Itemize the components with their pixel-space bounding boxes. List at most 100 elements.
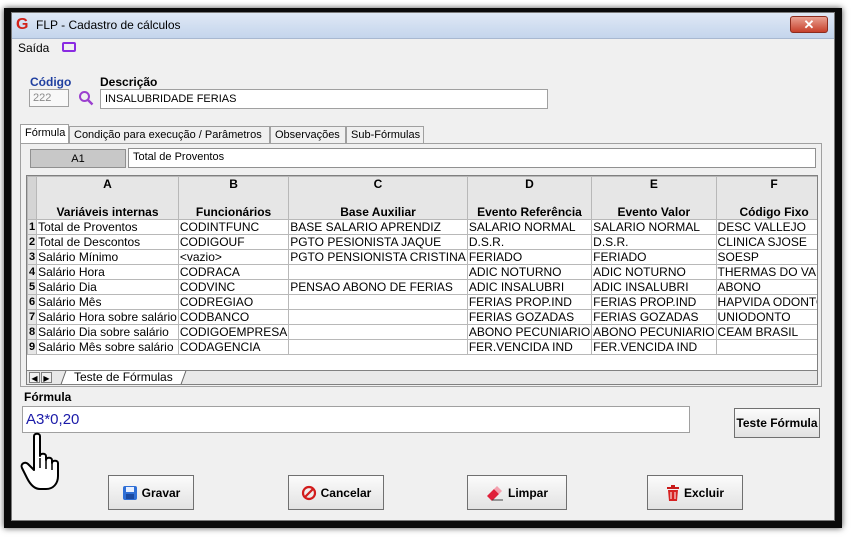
- cancelar-button[interactable]: Cancelar: [288, 475, 384, 510]
- search-icon[interactable]: [78, 90, 94, 106]
- formula-field[interactable]: A3*0,20: [22, 406, 690, 433]
- tab-observacoes[interactable]: Observações: [270, 126, 346, 143]
- menu-saida[interactable]: Saída: [18, 41, 49, 55]
- grid-cell[interactable]: CEAM BRASIL: [715, 324, 817, 340]
- sheet-next-button[interactable]: ▶: [41, 372, 52, 383]
- column-header[interactable]: D Evento Referência: [466, 176, 593, 220]
- grid-cell[interactable]: PENSAO ABONO DE FERIAS: [288, 279, 468, 295]
- grid-cell[interactable]: FER.VENCIDA IND: [466, 339, 593, 355]
- grid-cell[interactable]: Salário Dia sobre salário: [36, 324, 179, 340]
- grid-cell[interactable]: FER.VENCIDA IND: [591, 339, 717, 355]
- grid-cell[interactable]: ABONO PECUNIARIO: [466, 324, 593, 340]
- limpar-button[interactable]: Limpar: [467, 475, 567, 510]
- excluir-button[interactable]: Excluir: [647, 475, 743, 510]
- grid-cell[interactable]: Salário Mínimo: [36, 249, 179, 265]
- row-number[interactable]: 5: [27, 279, 38, 295]
- table-row[interactable]: 3 Salário Mínimo <vazio> PGTO PENSIONISTA C…: [27, 249, 817, 265]
- descricao-field[interactable]: INSALUBRIDADE FERIAS: [100, 89, 548, 109]
- row-number[interactable]: 6: [27, 294, 38, 310]
- grid-cell[interactable]: HAPVIDA ODONTO: [715, 294, 817, 310]
- row-number[interactable]: 1: [27, 219, 38, 235]
- tab-formula[interactable]: Fórmula: [20, 124, 69, 143]
- column-header[interactable]: E Evento Valor: [591, 176, 717, 220]
- grid-cell[interactable]: ABONO: [715, 279, 817, 295]
- spreadsheet-grid[interactable]: A Variáveis internas B Funcionários C Base …: [26, 175, 818, 371]
- grid-cell[interactable]: Salário Mês: [36, 294, 179, 310]
- grid-cell[interactable]: FERIAS PROP.IND: [466, 294, 593, 310]
- close-button[interactable]: ✕: [790, 16, 828, 33]
- grid-cell[interactable]: Total de Descontos: [36, 234, 179, 250]
- grid-cell[interactable]: FERIAS GOZADAS: [466, 309, 593, 325]
- table-row[interactable]: 4 Salário Hora CODRACA ADIC NOTURNO ADIC NOT…: [27, 264, 817, 280]
- column-header[interactable]: B Funcionários: [177, 176, 290, 220]
- grid-cell[interactable]: CODIGOUF: [177, 234, 290, 250]
- grid-cell[interactable]: ADIC INSALUBRI: [591, 279, 717, 295]
- row-number[interactable]: 4: [27, 264, 38, 280]
- row-number[interactable]: 3: [27, 249, 38, 265]
- grid-cell[interactable]: [288, 294, 468, 310]
- grid-cell[interactable]: SALARIO NORMAL: [466, 219, 593, 235]
- grid-cell[interactable]: ADIC NOTURNO: [466, 264, 593, 280]
- grid-cell[interactable]: CODREGIAO: [177, 294, 290, 310]
- grid-cell[interactable]: PGTO PESIONISTA JAQUE: [288, 234, 468, 250]
- row-number[interactable]: 8: [27, 324, 38, 340]
- screenshot-frame: G FLP - Cadastro de cálculos ✕ Saída Cód…: [4, 8, 842, 528]
- tab-sub-formulas[interactable]: Sub-Fórmulas: [346, 126, 424, 143]
- table-row[interactable]: 5 Salário Dia CODVINC PENSAO ABONO DE FERIA…: [27, 279, 817, 295]
- table-row[interactable]: 2 Total de Descontos CODIGOUF PGTO PESIONIS…: [27, 234, 817, 250]
- grid-cell[interactable]: SALARIO NORMAL: [591, 219, 717, 235]
- grid-cell[interactable]: FERIADO: [466, 249, 593, 265]
- codigo-field[interactable]: 222: [29, 89, 69, 107]
- column-header[interactable]: C Base Auxiliar: [288, 176, 468, 220]
- grid-cell[interactable]: Total de Proventos: [36, 219, 179, 235]
- grid-cell[interactable]: [288, 264, 468, 280]
- grid-cell[interactable]: PGTO PENSIONISTA CRISTINA: [288, 249, 468, 265]
- grid-cell[interactable]: <vazio>: [177, 249, 290, 265]
- column-header[interactable]: F Código Fixo: [715, 176, 817, 220]
- grid-cell[interactable]: CODIGOEMPRESA: [177, 324, 290, 340]
- grid-cell[interactable]: THERMAS DO VALE: [715, 264, 817, 280]
- grid-cell[interactable]: BASE SALARIO APRENDIZ: [288, 219, 468, 235]
- grid-cell[interactable]: CLINICA SJOSE: [715, 234, 817, 250]
- table-row[interactable]: 8 Salário Dia sobre salário CODIGOEMPRESA A…: [27, 324, 817, 340]
- table-row[interactable]: 1 Total de Proventos CODINTFUNC BASE SALARI…: [27, 219, 817, 235]
- grid-cell[interactable]: FERIAS PROP.IND: [591, 294, 717, 310]
- grid-cell[interactable]: Salário Hora sobre salário: [36, 309, 179, 325]
- sheet-tab-teste[interactable]: Teste de Fórmulas: [60, 370, 187, 384]
- grid-cell[interactable]: [288, 324, 468, 340]
- grid-cell[interactable]: ABONO PECUNIARIO: [591, 324, 717, 340]
- column-header[interactable]: A Variáveis internas: [36, 176, 179, 220]
- row-number[interactable]: 2: [27, 234, 38, 250]
- grid-cell[interactable]: CODVINC: [177, 279, 290, 295]
- monitor-icon[interactable]: [62, 42, 76, 52]
- sheet-prev-button[interactable]: ◀: [29, 372, 40, 383]
- grid-cell[interactable]: ADIC NOTURNO: [591, 264, 717, 280]
- row-number[interactable]: 9: [27, 339, 38, 355]
- grid-cell[interactable]: [288, 309, 468, 325]
- table-row[interactable]: 9 Salário Mês sobre salário CODAGENCIA FER.…: [27, 339, 817, 355]
- grid-cell[interactable]: SOESP: [715, 249, 817, 265]
- grid-cell[interactable]: Salário Hora: [36, 264, 179, 280]
- table-row[interactable]: 6 Salário Mês CODREGIAO FERIAS PROP.IND FERI…: [27, 294, 817, 310]
- grid-cell[interactable]: CODBANCO: [177, 309, 290, 325]
- grid-cell[interactable]: D.S.R.: [591, 234, 717, 250]
- grid-cell[interactable]: CODAGENCIA: [177, 339, 290, 355]
- grid-cell[interactable]: CODINTFUNC: [177, 219, 290, 235]
- grid-cell[interactable]: Salário Mês sobre salário: [36, 339, 179, 355]
- grid-cell[interactable]: FERIAS GOZADAS: [591, 309, 717, 325]
- grid-cell[interactable]: CODRACA: [177, 264, 290, 280]
- grid-cell[interactable]: ADIC INSALUBRI: [466, 279, 593, 295]
- gravar-button[interactable]: Gravar: [108, 475, 194, 510]
- grid-cell[interactable]: D.S.R.: [466, 234, 593, 250]
- grid-cell[interactable]: DESC VALLEJO: [715, 219, 817, 235]
- grid-cell[interactable]: UNIODONTO: [715, 309, 817, 325]
- row-number[interactable]: 7: [27, 309, 38, 325]
- grid-cell[interactable]: Salário Dia: [36, 279, 179, 295]
- grid-cell[interactable]: [715, 339, 817, 355]
- grid-cell[interactable]: [288, 339, 468, 355]
- tab-condicao[interactable]: Condição para execução / Parâmetros: [69, 126, 270, 143]
- teste-formula-button[interactable]: Teste Fórmula: [734, 408, 820, 438]
- grid-cell[interactable]: FERIADO: [591, 249, 717, 265]
- cell-content-field[interactable]: Total de Proventos: [128, 148, 816, 168]
- table-row[interactable]: 7 Salário Hora sobre salário CODBANCO FERIA…: [27, 309, 817, 325]
